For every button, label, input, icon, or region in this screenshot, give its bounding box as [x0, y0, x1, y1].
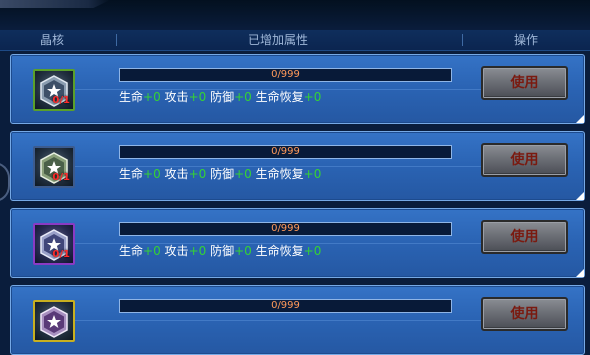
- use-button[interactable]: 使用: [481, 66, 568, 100]
- corner-decoration: [576, 269, 584, 277]
- progress-text: 0/999: [271, 300, 300, 311]
- corner-decoration: [576, 192, 584, 200]
- stat-hp-value: +0: [143, 90, 161, 104]
- crystal-count: 0/1: [52, 249, 70, 260]
- crystal-slot[interactable]: 0/1: [33, 223, 75, 265]
- stat-atk-label: 攻击: [164, 90, 189, 104]
- top-decoration: [0, 0, 110, 8]
- crystal-slot[interactable]: 0/1: [33, 146, 75, 188]
- stat-hp-label: 生命: [119, 167, 144, 181]
- use-button[interactable]: 使用: [481, 297, 568, 331]
- crystal-row: 0/1 0/999 生命+0 攻击+0 防御+0 生命恢复+0 使用: [10, 208, 585, 278]
- stat-atk-value: +0: [188, 167, 207, 181]
- stat-regen-label: 生命恢复: [255, 90, 304, 104]
- stat-regen-label: 生命恢复: [255, 167, 304, 181]
- header-divider: [462, 34, 463, 46]
- header-divider: [116, 34, 117, 46]
- stat-atk-label: 攻击: [164, 244, 189, 258]
- progress-text: 0/999: [271, 146, 300, 157]
- stat-def-label: 防御: [210, 167, 235, 181]
- crystal-slot[interactable]: 0/1: [33, 69, 75, 111]
- top-strip: [0, 0, 590, 30]
- crystal-count: 0/1: [52, 95, 70, 106]
- stats-line: 生命+0 攻击+0 防御+0 生命恢复+0: [119, 89, 321, 105]
- crystal-row: 0/1 0/999 生命+0 攻击+0 防御+0 生命恢复+0 使用: [10, 131, 585, 201]
- stat-regen-value: +0: [303, 244, 322, 258]
- stat-def-label: 防御: [210, 90, 235, 104]
- header-operation: 操作: [514, 33, 539, 47]
- side-toggle-button[interactable]: [0, 162, 10, 202]
- progress-text: 0/999: [271, 223, 300, 234]
- use-button[interactable]: 使用: [481, 143, 568, 177]
- table-header: 晶核 已增加属性 操作: [0, 30, 590, 51]
- use-button[interactable]: 使用: [481, 220, 568, 254]
- header-added-attributes: 已增加属性: [248, 33, 309, 47]
- progress-bar: 0/999: [119, 68, 452, 82]
- progress-bar: 0/999: [119, 222, 452, 236]
- stat-regen-label: 生命恢复: [255, 244, 304, 258]
- crystal-slot[interactable]: [33, 300, 75, 342]
- crystal-count: 0/1: [52, 172, 70, 183]
- progress-text: 0/999: [271, 69, 300, 80]
- stats-line: 生命+0 攻击+0 防御+0 生命恢复+0: [119, 243, 321, 259]
- stat-def-label: 防御: [210, 244, 235, 258]
- stat-def-value: +0: [234, 90, 252, 104]
- stat-atk-value: +0: [188, 90, 207, 104]
- stat-def-value: +0: [234, 244, 252, 258]
- crystal-row: 0/999 使用: [10, 285, 585, 355]
- corner-decoration: [576, 115, 584, 123]
- stat-atk-label: 攻击: [164, 167, 189, 181]
- stat-regen-value: +0: [303, 90, 322, 104]
- progress-bar: 0/999: [119, 299, 452, 313]
- stat-def-value: +0: [234, 167, 252, 181]
- stat-hp-value: +0: [143, 244, 161, 258]
- stat-atk-value: +0: [188, 244, 207, 258]
- crystal-star-icon: [40, 306, 68, 338]
- stats-line: 生命+0 攻击+0 防御+0 生命恢复+0: [119, 166, 321, 182]
- stat-hp-label: 生命: [119, 90, 144, 104]
- stat-regen-value: +0: [303, 167, 322, 181]
- stat-hp-label: 生命: [119, 244, 144, 258]
- progress-bar: 0/999: [119, 145, 452, 159]
- crystal-row: 0/1 0/999 生命+0 攻击+0 防御+0 生命恢复+0 使用: [10, 54, 585, 124]
- stat-hp-value: +0: [143, 167, 161, 181]
- header-crystal: 晶核: [40, 33, 65, 47]
